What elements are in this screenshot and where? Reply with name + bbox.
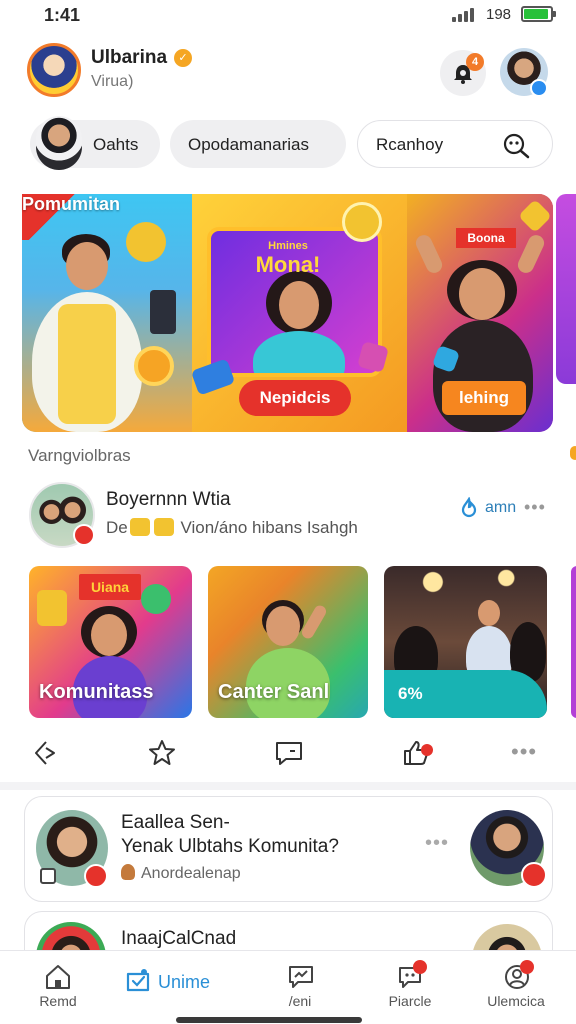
nav-label: Piarcle [388, 993, 432, 1009]
battery-icon [521, 6, 556, 22]
torch-icon [121, 864, 135, 880]
search-chip-label: Rcanhoy [376, 135, 444, 154]
author-badge-icon [73, 524, 95, 546]
home-icon [46, 965, 70, 989]
nav-item-messages[interactable]: Piarcle [372, 950, 448, 1024]
profile-name[interactable]: Ulbarina [91, 47, 167, 69]
post-thumbnail-1[interactable]: Uiana Komunitass [29, 566, 192, 718]
nav-notification-dot [413, 960, 427, 974]
nav-item-home[interactable]: Remd [20, 950, 96, 1024]
post-more-button[interactable]: ••• [524, 497, 546, 518]
nav-label: Ulemcica [487, 993, 545, 1009]
thumbnail-next-peek[interactable] [571, 566, 576, 718]
nav-label: /eni [288, 993, 312, 1009]
banner-panel-3-button[interactable]: lehing [442, 381, 526, 415]
chip-oahts[interactable]: Oahts [30, 116, 160, 170]
banner-headline: Hmines Mona! [240, 240, 336, 278]
chip-label: Opodamanarias [188, 135, 309, 154]
card-badge-icon [521, 862, 547, 888]
like-notification-dot [421, 744, 433, 756]
battery-percent: 198 [486, 6, 512, 23]
status-dot-icon [530, 79, 548, 97]
card-title-line-2: Yenak Ulbtahs Komunita? [121, 836, 339, 857]
card-meta-text: Anordealenap [141, 865, 241, 882]
thumbnail-badge: Uiana [79, 574, 141, 600]
card-more-button[interactable]: ••• [425, 832, 449, 855]
banner-headline-big: Mona! [255, 252, 321, 277]
post-subtitle: De Vion/áno hibans Isahgh [106, 518, 358, 538]
section-divider [0, 782, 576, 790]
banner-panel-3-badge: Boona [456, 228, 516, 248]
chat-icon [289, 966, 313, 988]
post-thumbnail-2[interactable]: Canter Sanl [208, 566, 368, 718]
share-icon[interactable] [32, 738, 58, 768]
banner-panel-1-label: Pomumitan [22, 194, 121, 214]
post-subtitle-text: Vion/áno hibans Isahgh [180, 518, 358, 537]
banner-headline-small: Hmines [268, 240, 308, 252]
thumbnail-label: Canter Sanl [218, 681, 330, 703]
chip-avatar [36, 116, 82, 170]
chip-label: Oahts [93, 135, 139, 154]
card-title-line-1: Eaallea Sen- [121, 812, 230, 833]
profile-subtitle: Virua) [91, 73, 134, 90]
star-icon[interactable] [147, 738, 177, 768]
verified-badge-icon: ✓ [174, 49, 192, 67]
profile-avatar[interactable] [27, 43, 81, 97]
card-title-line-1: InaajCalCnad [121, 928, 237, 949]
thumbnail-label: 6% [398, 684, 423, 703]
action-more-button[interactable]: ••• [511, 739, 537, 765]
banner-cta-button[interactable]: Nepidcis [239, 380, 351, 416]
chip-opodamanarias[interactable]: Opodamanarias [170, 120, 346, 168]
section-indicator [570, 446, 576, 460]
post-subtitle-prefix: De [106, 518, 128, 537]
nav-label-active: Unime [158, 972, 211, 992]
nav-notification-dot [520, 960, 534, 974]
card-meta: Anordealenap [121, 864, 241, 883]
flame-icon [461, 497, 477, 518]
nav-item-community[interactable]: Unime [122, 950, 228, 1024]
post-thumbnail-3[interactable]: 6% [384, 566, 547, 718]
nav-item-profile[interactable]: Ulemcica [476, 950, 556, 1024]
nav-label: Remd [39, 993, 77, 1009]
post-title[interactable]: Boyernnn Wtia [106, 489, 231, 511]
search-icon [503, 133, 530, 159]
checkbox-icon [40, 868, 56, 884]
signal-icon [452, 8, 480, 22]
comment-icon[interactable] [274, 738, 304, 768]
post-time: amn [485, 499, 517, 516]
thumbnail-label: Komunitass [39, 681, 154, 703]
home-indicator[interactable] [176, 1017, 362, 1023]
emoji-icon [153, 518, 174, 536]
status-time: 1:41 [44, 5, 81, 25]
banner-next-peek[interactable] [556, 194, 576, 384]
nav-item-chat[interactable]: /eni [262, 950, 338, 1024]
status-bar: 1:41 198 [0, 0, 576, 30]
card-badge-icon [84, 864, 108, 888]
community-icon [126, 969, 150, 992]
section-title: Varngviolbras [28, 446, 131, 465]
emoji-icon [129, 518, 150, 536]
search-chip[interactable]: Rcanhoy [357, 120, 553, 168]
notification-count-badge: 4 [466, 53, 484, 71]
